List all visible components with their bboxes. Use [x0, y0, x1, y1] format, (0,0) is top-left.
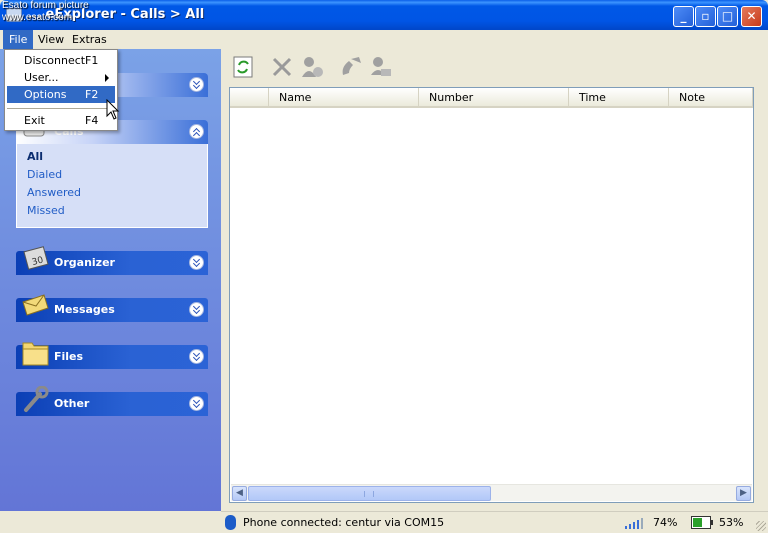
chevron-down-icon[interactable]	[189, 302, 204, 317]
signal-strength-icon	[625, 518, 643, 529]
battery-percent: 53%	[719, 516, 744, 529]
calls-list[interactable]: Name Number Time Note ◀ ▶	[229, 87, 754, 503]
menu-file[interactable]: File	[3, 30, 34, 49]
sidebar-other-label: Other	[54, 397, 90, 410]
message-contact-icon[interactable]	[369, 55, 393, 79]
calls-submenu: All Dialed Answered Missed	[16, 144, 208, 228]
menu-bar: File View Extras	[0, 30, 768, 49]
menu-item-label: Disconnect	[24, 54, 86, 67]
maximize-button[interactable]: ▫	[695, 6, 716, 27]
sidebar-organizer-label: Organizer	[54, 256, 115, 269]
column-header-icon[interactable]	[230, 88, 269, 108]
title-bar[interactable]: … eExplorer - Calls > All Esato forum pi…	[0, 0, 768, 30]
chevron-down-icon[interactable]	[189, 349, 204, 364]
calls-item-answered[interactable]: Answered	[27, 186, 81, 199]
folder-icon	[22, 342, 49, 366]
sidebar-section-organizer[interactable]: 30 Organizer	[16, 246, 208, 275]
menu-item-shortcut: F1	[85, 54, 99, 67]
column-header-name[interactable]: Name	[269, 88, 419, 108]
watermark-line-1: Esato forum picture	[2, 0, 89, 11]
calendar-icon: 30	[23, 246, 49, 270]
sidebar-section-files[interactable]: Files	[16, 342, 208, 369]
watermark: Esato forum picture www.esato.com	[2, 0, 89, 24]
add-contact-icon[interactable]	[300, 55, 324, 79]
column-header-note[interactable]: Note	[669, 88, 753, 108]
status-bar: Phone connected: centur via COM15 74% 53…	[221, 511, 768, 533]
restore-button[interactable]: □	[717, 6, 738, 27]
watermark-line-2: www.esato.com	[2, 12, 73, 23]
chevron-down-icon[interactable]	[189, 396, 204, 411]
sidebar-messages-label: Messages	[54, 303, 115, 316]
menu-extras[interactable]: Extras	[66, 30, 113, 49]
signal-percent: 74%	[653, 516, 678, 529]
menu-item-label: Exit	[24, 114, 45, 127]
calls-item-missed[interactable]: Missed	[27, 204, 65, 217]
sidebar-files-label: Files	[54, 350, 84, 363]
mouse-cursor-icon	[106, 99, 120, 120]
calls-item-dialed[interactable]: Dialed	[27, 168, 62, 181]
scroll-left-button[interactable]: ◀	[232, 486, 247, 501]
call-icon[interactable]	[339, 55, 363, 79]
resize-grip[interactable]	[756, 521, 766, 531]
battery-icon	[691, 516, 713, 529]
connection-status: Phone connected: centur via COM15	[243, 516, 445, 529]
menu-item-shortcut: F2	[85, 88, 99, 101]
sidebar-section-other[interactable]: Other	[16, 386, 208, 416]
chevron-down-icon[interactable]	[189, 77, 204, 92]
submenu-arrow-icon	[105, 74, 109, 82]
scroll-thumb[interactable]	[248, 486, 491, 501]
scroll-grip	[364, 491, 374, 497]
column-header-time[interactable]: Time	[569, 88, 669, 108]
menu-item-options[interactable]: Options F2	[7, 86, 115, 103]
scroll-right-button[interactable]: ▶	[736, 486, 751, 501]
menu-item-label: Options	[24, 88, 67, 101]
menu-view[interactable]: View	[32, 30, 70, 49]
menu-item-exit[interactable]: Exit F4	[7, 112, 115, 129]
menu-item-label: User...	[24, 71, 59, 84]
envelope-icon	[22, 294, 49, 316]
horizontal-scrollbar[interactable]: ◀ ▶	[231, 484, 752, 501]
chevron-down-icon[interactable]	[189, 255, 204, 270]
bluetooth-icon	[225, 515, 236, 530]
file-menu-dropdown: Disconnect F1 User... Options F2 Exit F4	[4, 49, 118, 131]
minimize-button[interactable]: _	[673, 6, 694, 27]
menu-item-user[interactable]: User...	[7, 69, 115, 86]
refresh-icon[interactable]	[232, 55, 256, 79]
close-button[interactable]: ✕	[741, 6, 762, 27]
calls-item-all[interactable]: All	[27, 150, 43, 163]
toolbar	[221, 49, 768, 84]
delete-icon[interactable]	[270, 55, 294, 79]
sidebar-section-messages[interactable]: Messages	[16, 294, 208, 322]
menu-separator	[7, 108, 115, 109]
wrench-icon	[24, 386, 49, 412]
chevron-up-icon[interactable]	[189, 124, 204, 139]
column-header-number[interactable]: Number	[419, 88, 569, 108]
menu-item-shortcut: F4	[85, 114, 99, 127]
menu-item-disconnect[interactable]: Disconnect F1	[7, 52, 115, 69]
